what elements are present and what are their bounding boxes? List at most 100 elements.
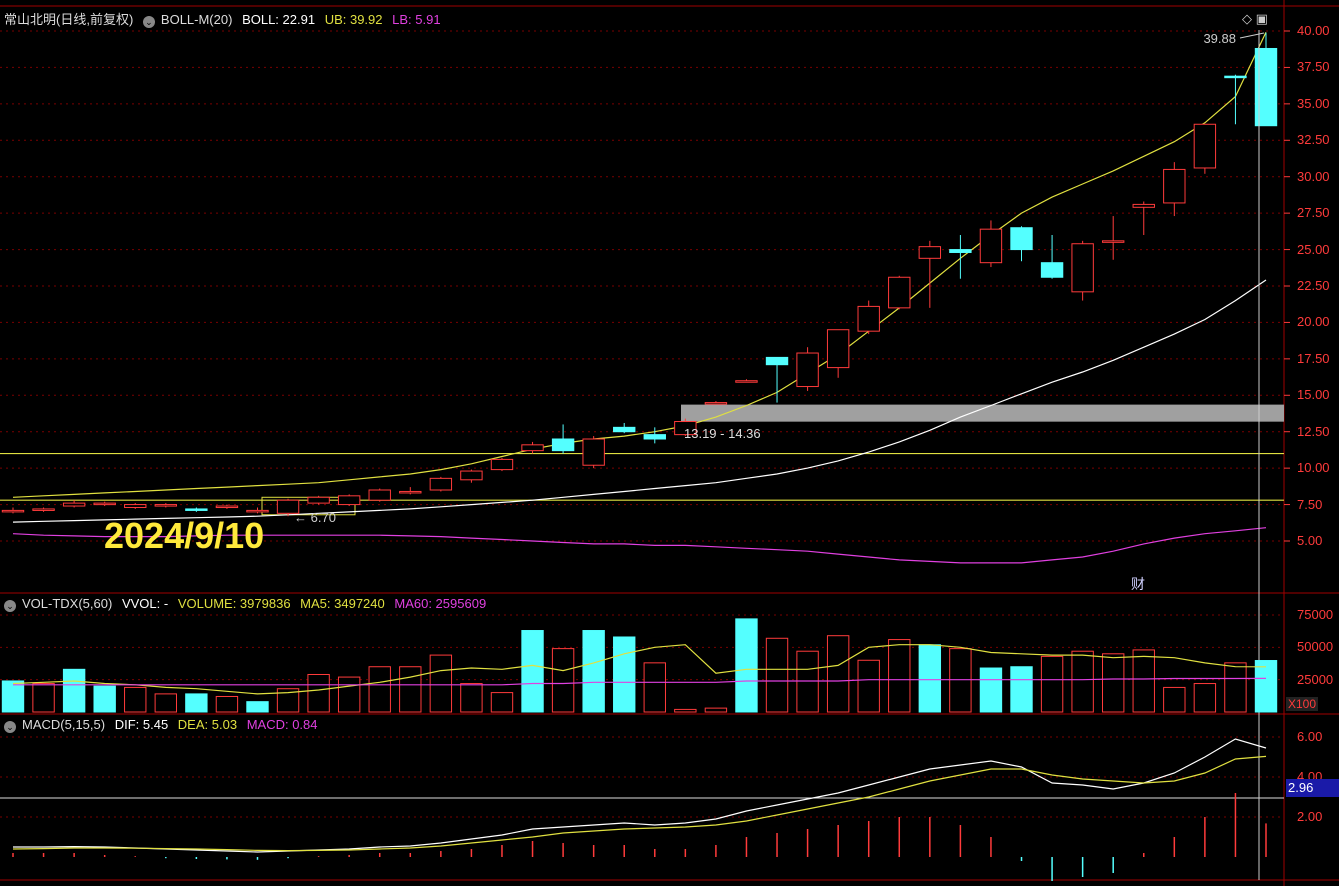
volume-bar (62, 668, 86, 713)
candle-body (337, 495, 361, 506)
price-axis-label: 25.00 (1297, 241, 1330, 257)
low-price-label: ← 6.70 (294, 510, 336, 525)
volume-bar (337, 676, 361, 713)
volume-bar (93, 685, 116, 713)
price-axis-label: 15.00 (1297, 387, 1330, 403)
volume-bar (949, 648, 972, 713)
kline-chart[interactable] (0, 0, 1339, 886)
volume-bar (674, 708, 697, 713)
macd-axis-label: 2.00 (1297, 809, 1323, 824)
candle-body (1040, 262, 1064, 278)
price-axis-label: 7.50 (1297, 496, 1323, 512)
volume-bar (888, 639, 911, 713)
volume-bar (857, 659, 880, 713)
volume-bar (704, 707, 728, 713)
boll-value: BOLL: 22.91 (242, 12, 316, 27)
volume-bar (551, 648, 575, 713)
volume-bar (1163, 686, 1186, 713)
volume-indicator-name[interactable]: VOL-TDX(5,60) (22, 596, 112, 611)
price-axis-label: 30.00 (1297, 168, 1330, 184)
volume-bar (521, 630, 544, 713)
volume-bar (1132, 649, 1155, 713)
candle-body (765, 356, 789, 366)
candle-body (613, 426, 636, 433)
price-axis-label: 40.00 (1297, 23, 1330, 38)
volume-bar (735, 618, 758, 713)
candle-body (93, 502, 116, 506)
volume-bar (613, 636, 636, 713)
volume-bar (582, 630, 605, 713)
dif-value: DIF: 5.45 (114, 717, 169, 732)
volume-bar (32, 683, 55, 713)
candle-body (246, 509, 269, 513)
macd-indicator-name[interactable]: MACD(5,15,5) (22, 717, 105, 732)
volume-bar (796, 650, 819, 713)
price-axis-label: 22.50 (1297, 278, 1330, 293)
dea-value: DEA: 5.03 (177, 717, 238, 732)
candle-body (521, 444, 544, 452)
candle-body (215, 505, 239, 509)
candle-body (796, 352, 819, 388)
volume-bar (1, 680, 25, 713)
volume-bar (1224, 662, 1247, 713)
candle-body (918, 246, 942, 259)
volume-bar (1040, 655, 1064, 713)
price-axis-label: 5.00 (1297, 533, 1323, 548)
boll-line (12, 279, 1267, 523)
volume-bar (979, 667, 1003, 713)
candle-body (185, 508, 208, 511)
macd-value: MACD: 0.84 (246, 717, 318, 732)
candle-body (490, 458, 514, 471)
candle-body (826, 329, 850, 369)
boll-indicator-name[interactable]: BOLL-M(20) (161, 12, 233, 27)
candle-body (949, 249, 972, 253)
candle-body (124, 504, 147, 508)
candle-body (1010, 227, 1033, 251)
price-range-label: 13.19 - 14.36 (684, 426, 761, 441)
volume-bar (765, 637, 789, 713)
candle-body (979, 228, 1003, 264)
volume-bar (826, 635, 850, 713)
price-axis-label: 12.50 (1297, 423, 1330, 439)
main-chart-header: 常山北明(日线,前复权) ⌄ BOLL-M(20) BOLL: 22.91 UB:… (4, 9, 447, 28)
macd-cursor-value: 2.96 (1286, 779, 1339, 797)
volume-header: ⌄ VOL-TDX(5,60) VVOL: - VOLUME: 3979836 M… (4, 596, 492, 612)
candle-body (399, 490, 422, 494)
price-axis-label: 10.00 (1297, 460, 1330, 476)
candle-body (154, 504, 178, 507)
ub-value: UB: 39.92 (324, 12, 383, 27)
price-axis-label: 32.50 (1297, 132, 1330, 148)
volume-bar (185, 693, 208, 713)
volume-menu-icon[interactable]: ⌄ (4, 600, 16, 612)
volume-axis-label: 75000 (1297, 607, 1334, 622)
volume-bar (460, 683, 483, 713)
dif-line (13, 738, 1267, 853)
candle-body (888, 276, 911, 309)
volume-bar (124, 686, 147, 713)
volume-bar (643, 662, 666, 713)
high-price-pointer (1239, 32, 1265, 39)
volume-bar (399, 666, 422, 713)
volume-unit: X100 (1286, 697, 1319, 711)
price-axis-label: 37.50 (1297, 59, 1330, 75)
high-price-label: 39.88 (1203, 31, 1236, 46)
financial-report-icon[interactable]: 财 (1131, 574, 1145, 594)
volume-bar (918, 644, 942, 713)
candle-body (1163, 168, 1186, 204)
volume-axis-label: 25000 (1297, 671, 1334, 687)
candle-body (643, 434, 666, 440)
volume-bar (246, 701, 269, 713)
candle-body (32, 508, 55, 511)
volume-value: VOLUME: 3979836 (177, 596, 291, 611)
date-annotation: 2024/9/10 (104, 515, 265, 556)
indicator-menu-icon[interactable]: ⌄ (142, 16, 155, 28)
price-axis-label: 27.50 (1297, 205, 1330, 221)
candle-body (307, 496, 330, 504)
macd-menu-icon[interactable]: ⌄ (4, 721, 16, 733)
volume-bar (1071, 650, 1094, 713)
price-axis-label: 35.00 (1297, 95, 1330, 111)
candle-body (1193, 123, 1217, 169)
candle-body (735, 380, 758, 383)
volume-bar (1010, 666, 1033, 713)
volume-bar (307, 673, 330, 713)
